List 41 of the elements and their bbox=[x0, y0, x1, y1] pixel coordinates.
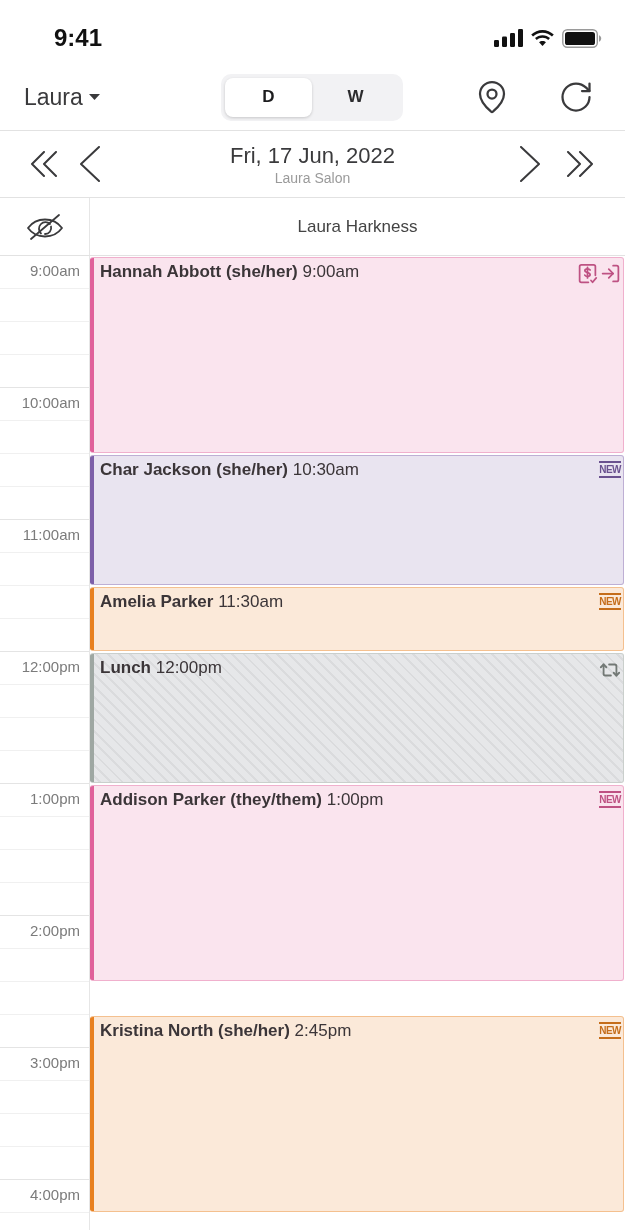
double-chevron-right-icon[interactable] bbox=[566, 151, 594, 177]
status-time: 9:41 bbox=[54, 23, 103, 53]
new-badge: NEW bbox=[599, 1022, 621, 1039]
break-block[interactable]: Lunch 12:00pm bbox=[90, 653, 624, 783]
appointment-title: Amelia Parker 11:30am bbox=[100, 591, 284, 613]
time-label: 4:00pm bbox=[29, 1186, 80, 1204]
chevron-right-icon[interactable] bbox=[520, 146, 540, 182]
appointment-title: Hannah Abbott (she/her) 9:00am bbox=[100, 261, 360, 283]
time-label: 9:00am bbox=[29, 262, 80, 280]
time-label: 10:00am bbox=[21, 394, 80, 412]
wifi-icon bbox=[530, 29, 555, 47]
double-chevron-left-icon[interactable] bbox=[30, 151, 58, 177]
time-label: 11:00am bbox=[22, 526, 80, 544]
time-label: 1:00pm bbox=[29, 790, 80, 808]
appointment-title: Lunch 12:00pm bbox=[100, 657, 222, 679]
appointment-card[interactable]: Addison Parker (they/them) 1:00pm NEW bbox=[90, 785, 624, 981]
location-subtitle: Laura Salon bbox=[274, 168, 351, 187]
appointment-card[interactable]: Amelia Parker 11:30am NEW bbox=[90, 587, 624, 651]
new-badge: NEW bbox=[599, 593, 621, 610]
date-title: Fri, 17 Jun, 2022 bbox=[229, 141, 396, 169]
appointment-title: Addison Parker (they/them) 1:00pm bbox=[100, 789, 384, 811]
signal-icon bbox=[494, 29, 523, 47]
battery-icon bbox=[562, 28, 602, 48]
appointment-title: Char Jackson (she/her) 10:30am bbox=[100, 459, 359, 481]
hide-icon[interactable] bbox=[25, 213, 64, 240]
time-label: 2:00pm bbox=[29, 922, 80, 940]
new-badge: NEW bbox=[599, 461, 621, 478]
appointment-title: Kristina North (she/her) 2:45pm bbox=[100, 1020, 352, 1042]
appointment-card[interactable]: Char Jackson (she/her) 10:30am NEW bbox=[90, 455, 624, 585]
time-label: 12:00pm bbox=[21, 658, 80, 676]
view-tab[interactable]: D bbox=[225, 77, 312, 117]
appointment-card[interactable]: Kristina North (she/her) 2:45pm NEW bbox=[90, 1016, 624, 1212]
user-dropdown[interactable]: Laura bbox=[24, 83, 100, 111]
chevron-left-icon[interactable] bbox=[80, 146, 100, 182]
view-tab[interactable]: W bbox=[312, 77, 399, 117]
caret-icon bbox=[88, 94, 100, 100]
new-badge: NEW bbox=[599, 791, 621, 808]
refresh-icon[interactable] bbox=[558, 79, 594, 115]
appointment-card[interactable]: Hannah Abbott (she/her) 9:00am bbox=[90, 257, 624, 453]
time-label: 3:00pm bbox=[29, 1054, 80, 1072]
staff-name: Laura Harkness bbox=[297, 215, 418, 238]
